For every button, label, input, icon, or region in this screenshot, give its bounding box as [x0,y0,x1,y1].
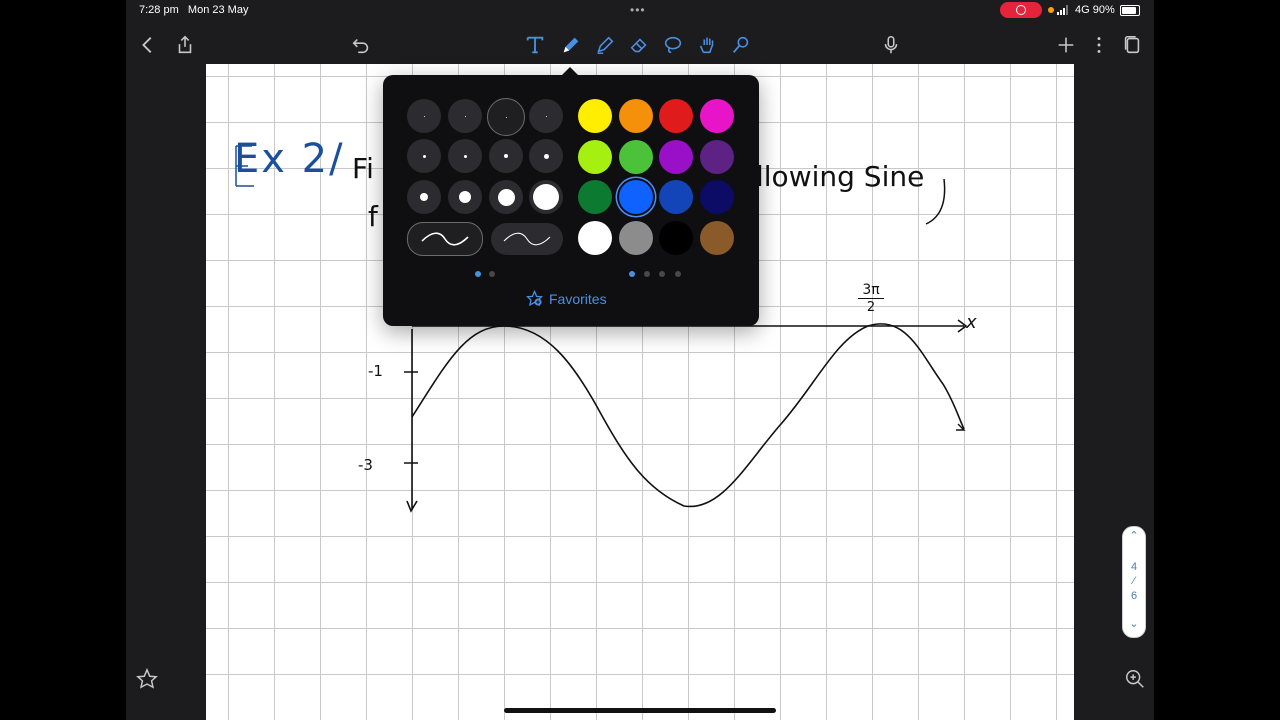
x-axis-label: x [966,312,977,333]
screen-record-icon[interactable] [1000,2,1042,18]
pen-size-option[interactable] [529,99,563,133]
color-swatch[interactable] [699,139,734,174]
status-time: 7:28 pm Mon 23 May [139,4,248,16]
pen-size-option[interactable] [448,99,482,133]
home-indicator[interactable] [504,708,776,713]
pen-size-option[interactable] [529,180,563,214]
color-swatch-selected[interactable] [618,180,653,214]
add-icon[interactable] [1053,32,1079,58]
y-axis-line [406,329,418,513]
app-screen: 7:28 pm Mon 23 May ••• 4G 90% Ex 2/ Fi l… [126,0,1154,720]
color-swatch[interactable] [659,99,693,133]
color-swatch[interactable] [618,139,653,174]
eraser-icon[interactable] [626,32,652,58]
color-swatch[interactable] [618,99,653,133]
pen-size-option[interactable] [407,99,441,133]
prompt-start: Fi [352,152,374,185]
favorites-star-icon [526,290,543,307]
color-swatch[interactable] [578,180,612,214]
y-tick-label-1: -1 [368,362,383,380]
favorites-button[interactable]: Favorites [526,290,607,307]
battery-icon [1120,5,1140,16]
signal-icon [1057,5,1068,15]
zoom-icon[interactable] [1124,668,1146,695]
x-label-denominator: 2 [866,300,876,315]
laser-pointer-icon[interactable] [728,32,754,58]
color-swatch[interactable] [578,99,612,133]
favorite-star-icon[interactable] [136,667,158,695]
color-swatch[interactable] [659,180,693,214]
prompt-line2: f [368,200,378,233]
color-page-dot[interactable] [644,271,650,277]
pen-size-option[interactable] [448,180,482,214]
color-swatch[interactable] [699,180,734,214]
favorites-label: Favorites [549,290,607,307]
page-separator-icon: ⁄ [1133,575,1135,587]
stroke-style-fine[interactable] [491,223,563,255]
mic-indicator-icon [1048,7,1054,13]
network-text: 4G [1075,4,1090,16]
chevron-up-icon[interactable]: ⌃ [1123,529,1145,542]
color-swatch[interactable] [618,220,653,255]
bracket-stroke [925,178,946,225]
pen-tool-icon[interactable] [558,32,584,58]
undo-icon[interactable] [348,32,374,58]
time-text: 7:28 pm [139,4,179,16]
toolbar [126,26,1154,64]
hand-icon[interactable] [694,32,720,58]
wave-icon [503,232,551,246]
status-bar: 7:28 pm Mon 23 May ••• 4G 90% [126,0,1154,22]
pen-size-option-selected[interactable] [487,98,525,136]
share-icon[interactable] [172,32,198,58]
color-page-dot[interactable] [659,271,665,277]
pen-options-popover: Favorites [383,67,759,326]
highlighter-icon[interactable] [592,32,618,58]
prompt-end: llowing Sine [756,160,925,193]
back-icon[interactable] [135,32,161,58]
total-pages: 6 [1130,590,1138,602]
color-swatch[interactable] [659,220,693,255]
battery-percent: 90% [1092,4,1115,16]
stroke-style-smooth[interactable] [407,222,483,256]
multitasking-dots-icon[interactable]: ••• [630,3,646,17]
y-tick-label-2: -3 [358,456,373,474]
x-label-numerator: 3π [858,282,884,299]
pen-size-option[interactable] [489,180,523,214]
sine-curve [411,323,965,508]
microphone-icon[interactable] [878,32,904,58]
pen-size-option[interactable] [529,139,563,173]
color-swatch[interactable] [699,220,734,255]
lasso-icon[interactable] [660,32,686,58]
page-dot[interactable] [489,271,495,277]
chevron-down-icon[interactable]: ⌄ [1123,617,1145,630]
pen-size-option[interactable] [407,180,441,214]
color-page-dot[interactable] [675,271,681,277]
color-swatch[interactable] [659,139,693,174]
wave-icon [421,232,469,246]
current-page: 4 [1130,561,1138,573]
date-text: Mon 23 May [187,4,249,16]
pen-size-option[interactable] [448,139,482,173]
heading-text: Ex 2/ [234,136,345,182]
color-swatch[interactable] [578,220,612,255]
more-icon[interactable] [1086,32,1112,58]
color-page-dot-active[interactable] [629,271,635,277]
text-tool-icon[interactable] [522,32,548,58]
network-type: 4G 90% [1075,4,1115,16]
page-indicator[interactable]: ⌃ 4 ⁄ 6 ⌄ [1122,526,1146,638]
pen-size-option[interactable] [407,139,441,173]
pen-size-option[interactable] [489,139,523,173]
page-dot-active[interactable] [475,271,481,277]
color-swatch[interactable] [578,139,612,174]
y-axis-ticks [404,371,418,464]
pages-icon[interactable] [1119,32,1145,58]
color-swatch[interactable] [699,99,734,133]
